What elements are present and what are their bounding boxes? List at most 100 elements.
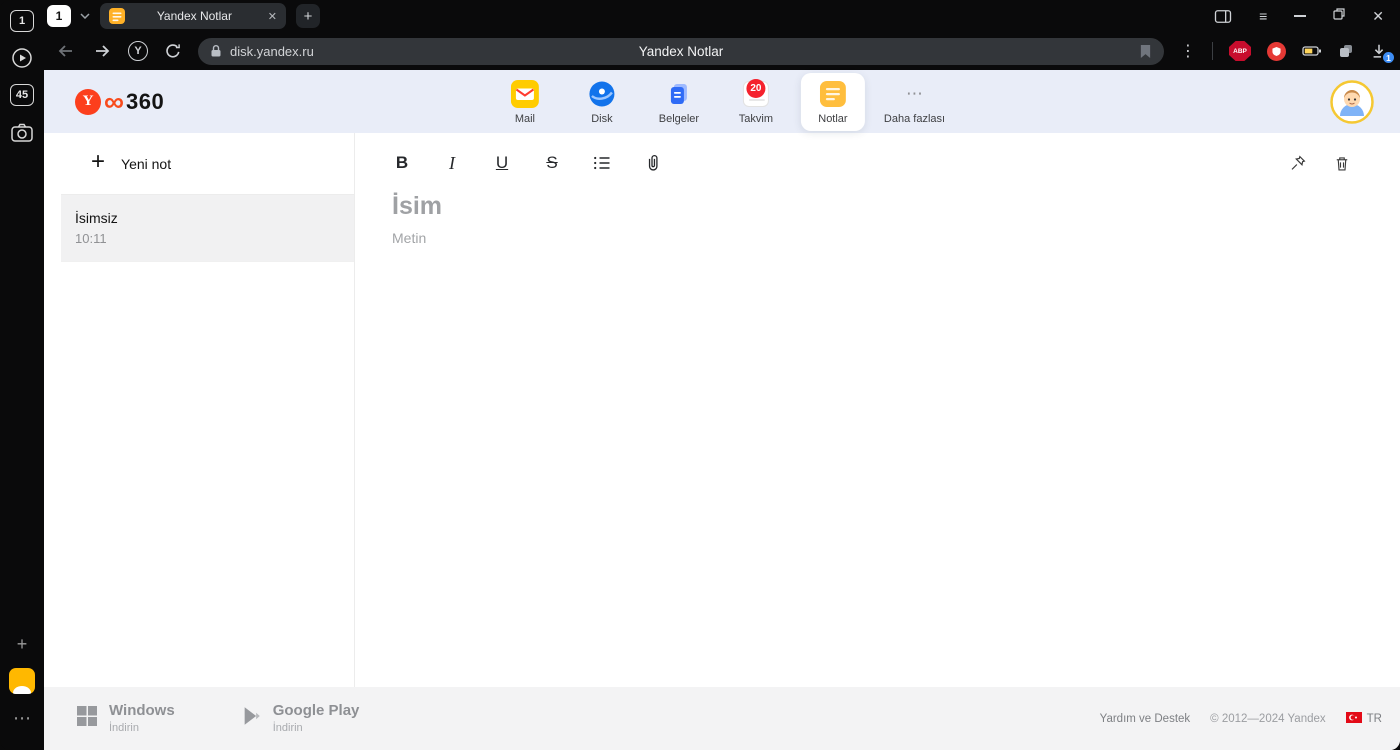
- note-body-input[interactable]: Metin: [392, 230, 1352, 246]
- mail-icon: [510, 80, 539, 108]
- bold-button[interactable]: B: [392, 153, 412, 173]
- downloads-button[interactable]: 1: [1370, 42, 1396, 65]
- app-label: Disk: [591, 113, 613, 125]
- back-icon[interactable]: [56, 41, 76, 61]
- browser-sidebar: 1 45 + ⋯: [0, 0, 44, 750]
- notes-app: + Yeni not İsimsiz 10:11 B I U S İsim Me…: [44, 133, 1400, 687]
- notes-list-pane: + Yeni not İsimsiz 10:11: [44, 133, 355, 687]
- calendar-badge: 20: [746, 79, 766, 98]
- windows-logo-icon: [75, 704, 99, 733]
- pin-icon[interactable]: [1288, 154, 1308, 172]
- infinity-icon: ∞: [104, 85, 124, 117]
- turkey-flag-icon: [1345, 711, 1362, 726]
- app-label: Takvim: [738, 113, 774, 125]
- note-list-item[interactable]: İsimsiz 10:11: [61, 195, 354, 262]
- app-mail[interactable]: Mail: [493, 73, 557, 131]
- battery-extension-icon[interactable]: [1302, 45, 1322, 57]
- language-label: TR: [1366, 712, 1382, 725]
- logo-360-text: 360: [125, 88, 165, 114]
- google-play-logo-icon: [241, 704, 263, 733]
- footer-right: Yardım ve Destek © 2012—2024 Yandex TR: [1100, 711, 1382, 726]
- note-title-input[interactable]: İsim: [392, 192, 1352, 221]
- navigation-bar: Y disk.yandex.ru Yandex Notlar ⋮ ABP 1: [44, 32, 1400, 70]
- tab-yandex-notlar[interactable]: Yandex Notlar ✕: [100, 3, 286, 29]
- plus-icon: +: [91, 148, 106, 175]
- sidebar-counter-badge[interactable]: 45: [10, 84, 34, 106]
- minimize-button[interactable]: [1294, 15, 1307, 17]
- download-count-badge: 1: [1381, 50, 1396, 65]
- tab-strip: 1 Yandex Notlar ✕ + ≡ ✕: [44, 0, 1400, 32]
- forward-icon[interactable]: [92, 41, 112, 61]
- new-note-button[interactable]: + Yeni not: [61, 133, 354, 195]
- language-selector[interactable]: TR: [1345, 711, 1382, 726]
- app-notlar[interactable]: Notlar: [800, 73, 865, 131]
- sidebar-more-icon[interactable]: ⋯: [6, 703, 38, 733]
- trash-icon[interactable]: [1332, 154, 1352, 173]
- disk-icon: [588, 80, 616, 108]
- copyright-text: © 2012—2024 Yandex: [1210, 712, 1326, 725]
- app-switcher: Mail Disk Belgeler 20 Takvim Notlar ⋯ Da…: [493, 73, 951, 131]
- extension-icon[interactable]: [1338, 43, 1354, 59]
- bullet-list-button[interactable]: [592, 155, 612, 171]
- app-takvim[interactable]: 20 Takvim: [724, 73, 788, 131]
- address-menu-kebab-icon[interactable]: ⋮: [1180, 41, 1196, 61]
- tab-count-badge[interactable]: 1: [10, 10, 34, 32]
- side-panel-icon[interactable]: [1214, 9, 1232, 24]
- url-text: disk.yandex.ru: [230, 43, 314, 59]
- bookmark-icon[interactable]: [1139, 44, 1152, 59]
- calendar-icon: 20: [742, 79, 770, 108]
- documents-icon: [665, 80, 693, 108]
- tab-group-chip[interactable]: 1: [47, 5, 71, 27]
- app-belgeler[interactable]: Belgeler: [647, 73, 711, 131]
- editor-toolbar: B I U S: [392, 150, 1352, 176]
- video-player-icon[interactable]: [6, 43, 38, 73]
- address-bar[interactable]: disk.yandex.ru Yandex Notlar: [198, 37, 1164, 65]
- browser-window: 1 45 + ⋯ 1 Yandex Notlar ✕ + ≡ ✕ Y disk.…: [0, 0, 1400, 750]
- add-panel-icon[interactable]: +: [6, 629, 38, 659]
- app-disk[interactable]: Disk: [570, 73, 634, 131]
- note-title: İsimsiz: [75, 210, 118, 226]
- yandex-protect-icon[interactable]: Y: [128, 41, 148, 61]
- strikethrough-button[interactable]: S: [542, 153, 562, 173]
- app-more[interactable]: ⋯ Daha fazlası: [878, 73, 951, 131]
- underline-button[interactable]: U: [492, 153, 512, 173]
- avatar[interactable]: [1330, 79, 1374, 124]
- yandex-start-icon[interactable]: [9, 668, 35, 694]
- shield-extension-icon[interactable]: [1267, 41, 1286, 61]
- web-page: Y ∞ 360 Mail Disk Belgeler 20 Takvim Not…: [44, 70, 1400, 750]
- new-tab-button[interactable]: +: [296, 4, 320, 28]
- restore-button[interactable]: [1333, 7, 1345, 25]
- store-subtitle: İndirin: [109, 721, 139, 734]
- lock-icon[interactable]: [210, 44, 222, 58]
- yandex360-logo[interactable]: Y ∞ 360: [75, 85, 165, 117]
- help-link[interactable]: Yardım ve Destek: [1100, 713, 1191, 725]
- page-footer: Windows İndirin Google Play İndirin Yard…: [44, 687, 1400, 750]
- screenshot-icon[interactable]: [6, 117, 38, 147]
- app-label: Belgeler: [658, 113, 700, 125]
- tab-title: Yandex Notlar: [156, 9, 232, 23]
- y360-header: Y ∞ 360 Mail Disk Belgeler 20 Takvim Not…: [44, 70, 1400, 133]
- notes-icon: [819, 80, 847, 108]
- toolbar-divider: [1212, 42, 1213, 60]
- attachment-button[interactable]: [642, 153, 662, 173]
- more-apps-icon: ⋯: [906, 84, 923, 103]
- browser-main: 1 Yandex Notlar ✕ + ≡ ✕ Y disk.yandex.ru…: [44, 0, 1400, 750]
- adblock-extension-icon[interactable]: ABP: [1229, 41, 1251, 61]
- store-subtitle: İndirin: [272, 721, 303, 734]
- tab-close-icon[interactable]: ✕: [268, 10, 277, 23]
- italic-button[interactable]: I: [442, 153, 462, 174]
- reload-icon[interactable]: [164, 42, 182, 60]
- app-label: Daha fazlası: [883, 113, 946, 125]
- window-controls: ≡ ✕: [1214, 7, 1400, 25]
- note-time: 10:11: [75, 231, 107, 246]
- app-label: Notlar: [818, 113, 848, 125]
- google-play-download-link[interactable]: Google Play İndirin: [241, 702, 360, 734]
- windows-download-link[interactable]: Windows İndirin: [75, 703, 175, 734]
- store-title: Google Play: [272, 702, 360, 720]
- close-button[interactable]: ✕: [1372, 9, 1384, 23]
- notes-favicon-icon: [109, 8, 125, 24]
- chevron-down-icon[interactable]: [80, 13, 90, 19]
- menu-hamburger-icon[interactable]: ≡: [1259, 9, 1267, 23]
- yandex-y-icon: Y: [75, 88, 101, 115]
- store-title: Windows: [109, 702, 175, 720]
